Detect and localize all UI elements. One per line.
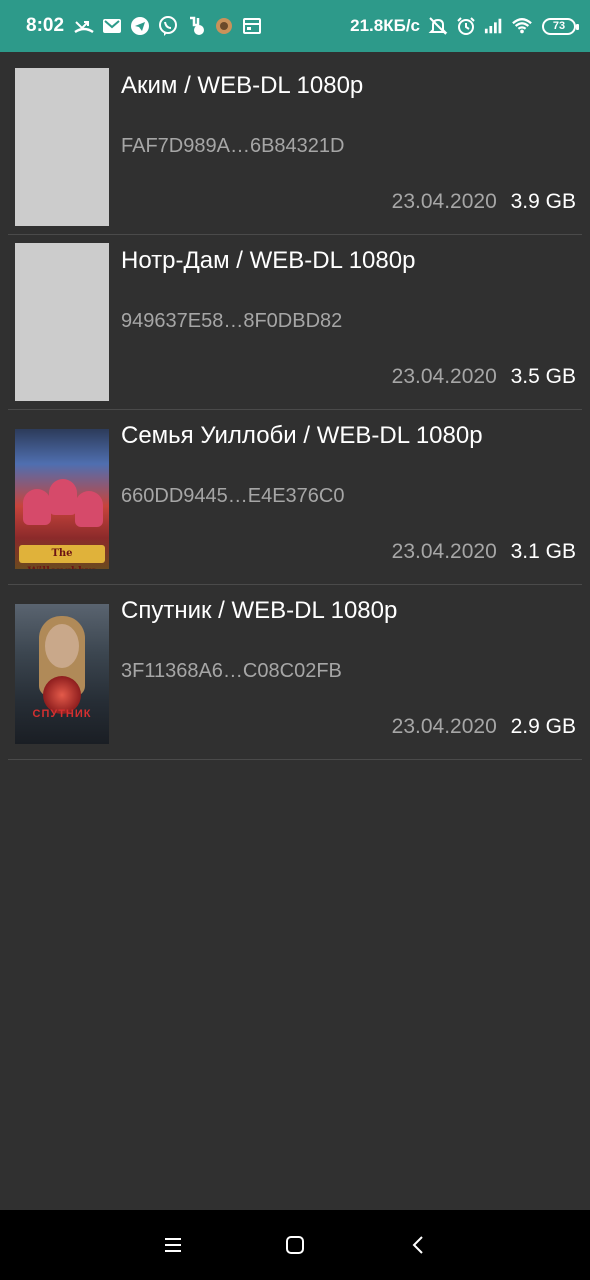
torrent-hash: 3F11368A6…C08C02FB: [121, 660, 342, 682]
battery-indicator: 73: [542, 17, 579, 35]
torrent-meta: 23.04.2020 3.1 GB: [392, 540, 576, 564]
wifi-icon: [512, 16, 532, 36]
poster-title: The Willoughbys: [19, 545, 105, 569]
call-forward-icon: [186, 16, 206, 36]
poster-image: The Willoughbys: [15, 429, 109, 569]
mute-icon: [428, 16, 448, 36]
torrent-meta: 23.04.2020 3.9 GB: [392, 190, 576, 214]
torrent-date: 23.04.2020: [391, 365, 497, 388]
home-icon[interactable]: [280, 1230, 310, 1260]
alarm-icon: [456, 16, 476, 36]
torrent-size: 3.5 GB: [510, 365, 576, 388]
torrent-title: Семья Уиллоби / WEB-DL 1080p: [121, 422, 483, 449]
torrent-hash: 949637E58…8F0DBD82: [121, 310, 343, 332]
signal-icon: [484, 16, 504, 36]
back-icon[interactable]: [404, 1230, 434, 1260]
torrent-hash: FAF7D989A…6B84321D: [121, 135, 345, 157]
menu-icon[interactable]: [158, 1230, 188, 1260]
app-icon: [214, 16, 234, 36]
gmail-icon: [102, 16, 122, 36]
torrent-title: Аким / WEB-DL 1080p: [121, 72, 364, 99]
viber-icon: [158, 16, 178, 36]
list-item[interactable]: The Willoughbys Семья Уиллоби / WEB-DL 1…: [8, 410, 582, 585]
poster-title: СПУТНИК: [32, 708, 92, 720]
notification-icons: [74, 16, 262, 36]
torrent-size: 3.1 GB: [510, 540, 576, 563]
telegram-icon: [130, 16, 150, 36]
torrent-hash: 660DD9445…E4E376C0: [121, 485, 345, 507]
network-speed: 21.8КБ/с: [350, 16, 420, 35]
torrent-meta: 23.04.2020 3.5 GB: [392, 365, 576, 389]
clock: 8:02: [26, 15, 65, 36]
poster-image: СПУТНИК: [15, 604, 109, 744]
list-item[interactable]: СПУТНИК Спутник / WEB-DL 1080p 3F11368A6…: [8, 585, 582, 760]
torrent-list: Аким / WEB-DL 1080p FAF7D989A…6B84321D 2…: [0, 60, 590, 760]
torrent-title: Спутник / WEB-DL 1080p: [121, 597, 398, 624]
torrent-title: Нотр-Дам / WEB-DL 1080p: [121, 247, 416, 274]
calendar-icon: [242, 16, 262, 36]
torrent-meta: 23.04.2020 2.9 GB: [392, 715, 576, 739]
missed-call-icon: [74, 16, 94, 36]
poster-placeholder: [15, 243, 109, 401]
status-bar: 8:02 21.8КБ/с 73: [0, 0, 590, 52]
torrent-size: 2.9 GB: [510, 715, 576, 738]
list-item[interactable]: Аким / WEB-DL 1080p FAF7D989A…6B84321D 2…: [8, 60, 582, 235]
torrent-date: 23.04.2020: [391, 190, 497, 213]
torrent-date: 23.04.2020: [391, 715, 497, 738]
list-item[interactable]: Нотр-Дам / WEB-DL 1080p 949637E58…8F0DBD…: [8, 235, 582, 410]
torrent-date: 23.04.2020: [391, 540, 497, 563]
system-icons: 21.8КБ/с 73: [350, 16, 579, 36]
navigation-bar: [0, 1210, 590, 1280]
poster-placeholder: [15, 68, 109, 226]
torrent-size: 3.9 GB: [510, 190, 576, 213]
